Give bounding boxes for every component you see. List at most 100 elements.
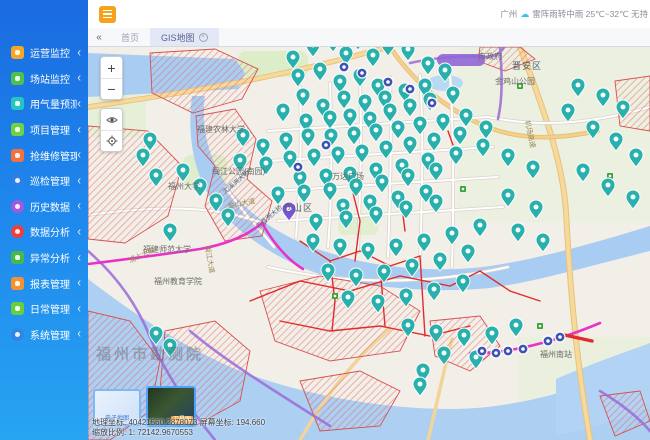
- map-pin-teal[interactable]: [301, 128, 315, 147]
- map-pin-teal[interactable]: [401, 47, 415, 61]
- map-pin-teal[interactable]: [445, 226, 459, 245]
- sidebar-item-9[interactable]: 报表管理‹: [0, 270, 88, 296]
- locate-button[interactable]: [101, 130, 122, 151]
- map-marker-blue[interactable]: [339, 62, 349, 72]
- map-pin-teal[interactable]: [383, 103, 397, 122]
- map-pin-teal[interactable]: [323, 182, 337, 201]
- map-marker-blue[interactable]: [321, 140, 331, 150]
- map-label: 闽江大道: [203, 245, 217, 274]
- map-pin-teal[interactable]: [313, 62, 327, 81]
- sidebar-item-5[interactable]: 巡检管理‹: [0, 168, 88, 194]
- tab-gis-map[interactable]: GIS地图 ×: [150, 28, 219, 46]
- map-pin-teal[interactable]: [333, 238, 347, 257]
- map-label: 福州南站: [540, 349, 572, 359]
- poi-green-icon: [332, 293, 338, 299]
- map-marker-blue[interactable]: [555, 332, 565, 342]
- map-pin-teal[interactable]: [413, 116, 427, 135]
- map-label: 晋安区: [512, 60, 542, 71]
- map-pin-teal[interactable]: [309, 213, 323, 232]
- sidebar-item-label: 用气量预测: [30, 96, 77, 111]
- map-pin-teal[interactable]: [536, 233, 550, 252]
- sidebar-item-11[interactable]: 系统管理‹: [0, 322, 88, 348]
- map-marker-blue[interactable]: [383, 77, 393, 87]
- project-mgmt-icon: [11, 123, 24, 136]
- map-pin-teal[interactable]: [256, 138, 270, 157]
- tab-home[interactable]: 首页: [110, 28, 150, 46]
- sidebar-item-label: 项目管理: [30, 122, 77, 137]
- map-pin-teal[interactable]: [163, 223, 177, 242]
- map-pin-teal[interactable]: [446, 86, 460, 105]
- map-marker-blue[interactable]: [503, 346, 513, 356]
- map-pin-teal[interactable]: [403, 98, 417, 117]
- repair-mgmt-icon: [11, 149, 24, 162]
- map-pin-teal[interactable]: [296, 88, 310, 107]
- map-pin-teal[interactable]: [326, 47, 340, 52]
- map-pin-teal[interactable]: [461, 244, 475, 263]
- zoom-out-button[interactable]: −: [101, 78, 122, 99]
- sidebar-item-2[interactable]: 用气量预测‹: [0, 91, 88, 117]
- map-marker-blue[interactable]: [405, 84, 415, 94]
- map-marker-blue[interactable]: [357, 68, 367, 78]
- eye-icon: [106, 114, 118, 126]
- map-marker-blue[interactable]: [518, 344, 528, 354]
- map-marker-blue[interactable]: [491, 348, 501, 358]
- gas-forecast-icon: [11, 97, 24, 110]
- sidebar-item-7[interactable]: 数据分析‹: [0, 219, 88, 245]
- map-marker-blue[interactable]: [477, 346, 487, 356]
- zoom-in-button[interactable]: +: [101, 57, 122, 78]
- sidebar-item-10[interactable]: 日常管理‹: [0, 296, 88, 322]
- map-pin-teal[interactable]: [307, 148, 321, 167]
- map-pin-teal[interactable]: [391, 120, 405, 139]
- map-label: 金鸡山公园: [495, 76, 535, 86]
- map-pin-teal[interactable]: [427, 132, 441, 151]
- map-pin-teal[interactable]: [473, 218, 487, 237]
- weather-bar: 广州 ☁ 雷阵雨转中雨 25℃~32℃ 无持: [500, 8, 648, 20]
- map-pin-teal[interactable]: [399, 200, 413, 219]
- map-pin-teal[interactable]: [413, 377, 427, 396]
- map-pin-teal[interactable]: [276, 103, 290, 122]
- tab-home-label: 首页: [121, 31, 139, 44]
- map-pin-teal[interactable]: [421, 56, 435, 75]
- sidebar-item-1[interactable]: 场站监控‹: [0, 66, 88, 92]
- map-pin-teal[interactable]: [306, 47, 320, 57]
- chevron-left-icon: ‹: [77, 148, 81, 162]
- screen-coord-label: 屏幕坐标:: [200, 418, 234, 427]
- tab-close-icon[interactable]: ×: [199, 33, 208, 42]
- station-monitor-icon: [11, 72, 24, 85]
- map-pin-teal[interactable]: [279, 132, 293, 151]
- sidebar-item-6[interactable]: 历史数据‹: [0, 194, 88, 220]
- overview-eye-button[interactable]: [101, 109, 122, 130]
- sidebar-item-label: 抢维修管理: [30, 148, 77, 163]
- scale-label: 缩放比例:: [92, 428, 126, 437]
- sidebar-item-3[interactable]: 项目管理‹: [0, 117, 88, 143]
- map-marker-blue[interactable]: [427, 98, 437, 108]
- map-pin-teal[interactable]: [355, 144, 369, 163]
- map-pin-teal[interactable]: [337, 90, 351, 109]
- map-pin-teal[interactable]: [366, 48, 380, 67]
- map-pin-teal[interactable]: [433, 252, 447, 271]
- map-pin-teal[interactable]: [291, 68, 305, 87]
- sidebar-item-0[interactable]: 运营监控‹: [0, 40, 88, 66]
- map-pin-teal[interactable]: [375, 174, 389, 193]
- sidebar-item-4[interactable]: 抢维修管理‹: [0, 142, 88, 168]
- map-marker-blue[interactable]: [543, 336, 553, 346]
- map-pin-teal[interactable]: [369, 123, 383, 142]
- map-pin-teal[interactable]: [389, 238, 403, 257]
- map-pin-teal[interactable]: [456, 274, 470, 293]
- map-pin-teal[interactable]: [351, 47, 365, 50]
- gis-map-canvas[interactable]: 福建农林大学福州大学福建师范大学福州教育学院闽江公园(南园)万达广场金鸡山公园市…: [88, 47, 650, 440]
- map-label: 市政府: [478, 51, 502, 61]
- weather-text: 雷阵雨转中雨 25℃~32℃ 无持: [532, 8, 648, 20]
- chevron-left-icon: ‹: [77, 250, 81, 264]
- hamburger-menu-button[interactable]: [99, 6, 116, 23]
- collapse-tabs-icon[interactable]: «: [88, 28, 110, 46]
- map-marker-blue[interactable]: [293, 162, 303, 172]
- map-pin-teal[interactable]: [436, 113, 450, 132]
- map-pin-teal[interactable]: [429, 162, 443, 181]
- map-pin-teal[interactable]: [511, 223, 525, 242]
- crosshair-icon: [106, 135, 118, 147]
- sidebar-item-label: 巡检管理: [30, 173, 77, 188]
- map-pin-teal[interactable]: [509, 318, 523, 337]
- map-pin-teal[interactable]: [427, 282, 441, 301]
- sidebar-item-8[interactable]: 异常分析‹: [0, 245, 88, 271]
